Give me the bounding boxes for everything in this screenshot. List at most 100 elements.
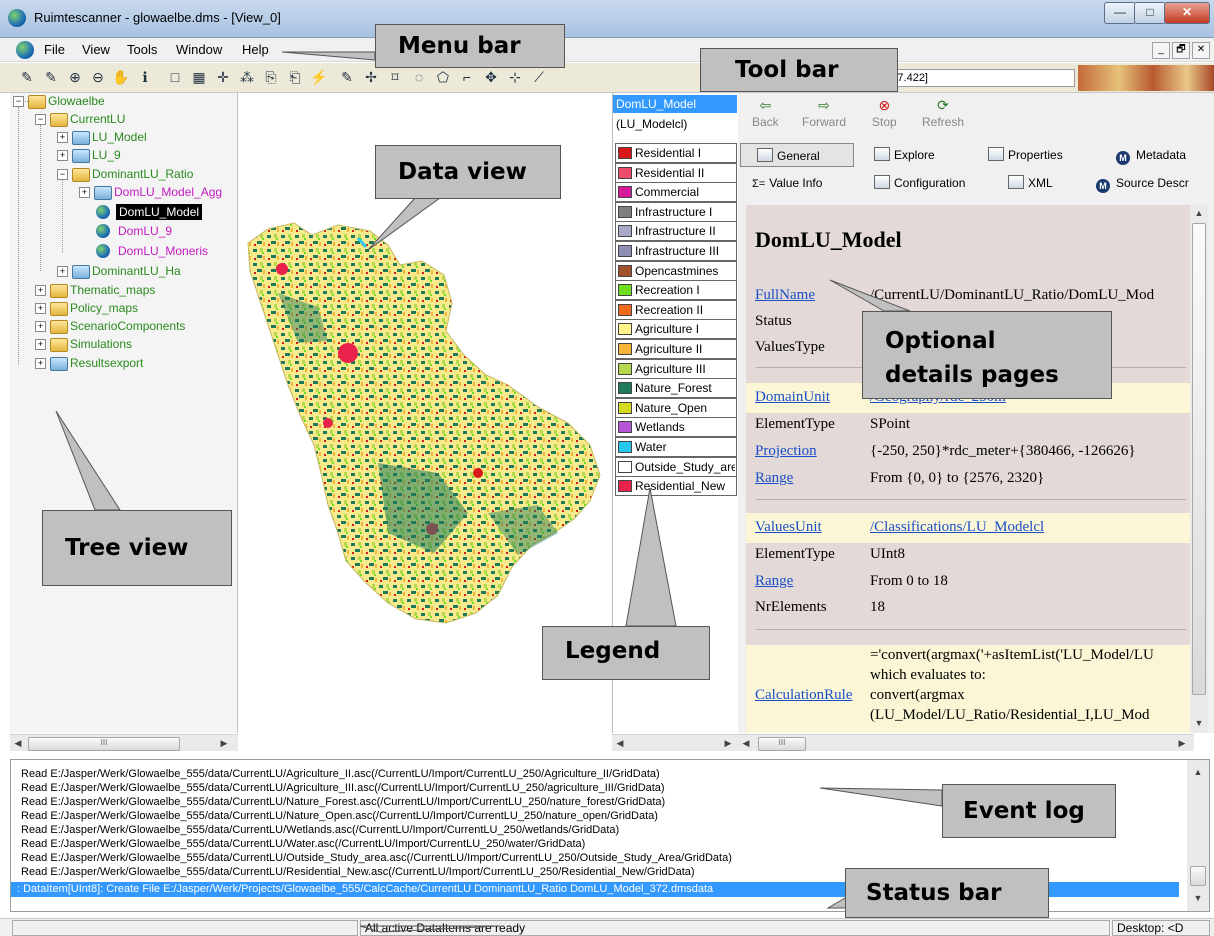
scroll-right-arrow-icon[interactable]: ▶ bbox=[216, 735, 232, 751]
pencil-icon[interactable]: ✎ bbox=[18, 68, 36, 86]
select-line-icon[interactable]: ⌐ bbox=[458, 68, 476, 86]
pencil-alt-icon[interactable]: ✎ bbox=[42, 68, 60, 86]
legend-item[interactable]: Nature_Open bbox=[615, 397, 737, 418]
scroll-left-arrow-icon[interactable]: ◀ bbox=[612, 735, 628, 751]
menu-file[interactable]: File bbox=[44, 42, 65, 57]
stop-button[interactable]: ⊗ Stop bbox=[872, 97, 897, 129]
mdi-close-button[interactable]: ✕ bbox=[1192, 42, 1210, 59]
legend-item[interactable]: Agriculture II bbox=[615, 339, 737, 359]
legend-item[interactable]: Residential_New bbox=[615, 476, 737, 497]
rectangle-icon[interactable]: □ bbox=[166, 68, 184, 86]
crosshair-icon[interactable]: ✛ bbox=[214, 68, 232, 86]
collapse-toggle-icon[interactable]: − bbox=[57, 169, 68, 180]
tab-xml[interactable]: XML bbox=[1008, 171, 1053, 195]
select-polygon-icon[interactable]: ⬠ bbox=[434, 68, 452, 86]
refresh-button[interactable]: ⟳ Refresh bbox=[922, 97, 964, 129]
expand-toggle-icon[interactable]: + bbox=[57, 132, 68, 143]
forward-button[interactable]: ⇨ Forward bbox=[802, 97, 846, 129]
legend-item[interactable]: Nature_Forest bbox=[615, 378, 737, 399]
tab-general[interactable]: General bbox=[740, 143, 854, 167]
fullname-link[interactable]: FullName bbox=[755, 287, 815, 304]
grid-points-icon[interactable]: ⁂ bbox=[238, 68, 256, 86]
maximize-button[interactable]: □ bbox=[1134, 2, 1166, 24]
details-horizontal-scrollbar[interactable]: ◀ III ▶ bbox=[738, 734, 1194, 751]
legend-item[interactable]: Residential II bbox=[615, 162, 737, 183]
collapse-toggle-icon[interactable]: − bbox=[35, 114, 46, 125]
centre-icon[interactable]: ⊹ bbox=[506, 68, 524, 86]
scroll-left-arrow-icon[interactable]: ◀ bbox=[738, 735, 754, 751]
legend-item[interactable]: Recreation II bbox=[615, 299, 737, 320]
domainunit-link[interactable]: DomainUnit bbox=[755, 389, 830, 406]
tab-configuration[interactable]: Configuration bbox=[874, 171, 965, 195]
neighbor-icon[interactable]: ✥ bbox=[482, 68, 500, 86]
scroll-down-arrow-icon[interactable]: ▼ bbox=[1190, 890, 1206, 906]
paste-icon[interactable]: ⎗ bbox=[286, 68, 304, 86]
export-icon[interactable]: ⚡ bbox=[310, 68, 328, 86]
select-point-icon[interactable]: ✢ bbox=[362, 68, 380, 86]
scroll-up-arrow-icon[interactable]: ▲ bbox=[1190, 764, 1206, 780]
scroll-thumb[interactable]: III bbox=[28, 737, 180, 751]
table-icon[interactable]: ▦ bbox=[190, 68, 208, 86]
legend-item[interactable]: Water bbox=[615, 437, 737, 457]
expand-toggle-icon[interactable]: + bbox=[35, 321, 46, 332]
pan-hand-icon[interactable]: ✋ bbox=[112, 68, 130, 86]
valuesunit-value-link[interactable]: /Classifications/LU_Modelcl bbox=[870, 519, 1044, 536]
menu-view[interactable]: View bbox=[82, 42, 110, 57]
mdi-minimize-button[interactable]: _ bbox=[1152, 42, 1170, 59]
range2-link[interactable]: Range bbox=[755, 573, 793, 590]
menu-help[interactable]: Help bbox=[242, 42, 269, 57]
legend-item[interactable]: Residential I bbox=[615, 143, 737, 163]
expand-toggle-icon[interactable]: + bbox=[35, 303, 46, 314]
tab-metadata[interactable]: M Metadata bbox=[1116, 143, 1186, 167]
close-button[interactable]: ✕ bbox=[1164, 2, 1210, 24]
scroll-thumb[interactable] bbox=[1190, 866, 1206, 886]
legend-item[interactable]: Outside_Study_area bbox=[615, 456, 737, 477]
legend-item[interactable]: Opencastmines bbox=[615, 260, 737, 281]
legend-item[interactable]: Commercial bbox=[615, 182, 737, 203]
tab-properties[interactable]: Properties bbox=[988, 143, 1063, 167]
legend-item[interactable]: Recreation I bbox=[615, 280, 737, 301]
expand-toggle-icon[interactable]: + bbox=[57, 266, 68, 277]
mdi-restore-button[interactable]: 🗗 bbox=[1172, 42, 1190, 59]
scroll-up-arrow-icon[interactable]: ▲ bbox=[1191, 205, 1207, 221]
collapse-toggle-icon[interactable]: − bbox=[13, 96, 24, 107]
legend-item[interactable]: Agriculture III bbox=[615, 358, 737, 379]
copy-icon[interactable]: ⎘ bbox=[262, 68, 280, 86]
scroll-right-arrow-icon[interactable]: ▶ bbox=[1174, 735, 1190, 751]
legend-item[interactable]: Infrastructure II bbox=[615, 221, 737, 242]
menu-tools[interactable]: Tools bbox=[127, 42, 157, 57]
legend-item[interactable]: Infrastructure III bbox=[615, 241, 737, 261]
zoom-out-icon[interactable]: ⊖ bbox=[89, 68, 107, 86]
legend-item[interactable]: Wetlands bbox=[615, 417, 737, 438]
tab-explore[interactable]: Explore bbox=[874, 143, 935, 167]
scroll-thumb[interactable]: III bbox=[758, 737, 806, 751]
log-vertical-scrollbar[interactable]: ▲ ▼ bbox=[1187, 760, 1209, 911]
tab-value-info[interactable]: Σ= Value Info bbox=[752, 171, 822, 195]
details-vertical-scrollbar[interactable]: ▲ ▼ bbox=[1190, 205, 1208, 733]
scroll-right-arrow-icon[interactable]: ▶ bbox=[720, 735, 736, 751]
legend-title[interactable]: DomLU_Model bbox=[613, 95, 737, 113]
minimize-button[interactable]: — bbox=[1104, 2, 1136, 24]
scroll-thumb[interactable] bbox=[1192, 223, 1206, 695]
zoom-in-icon[interactable]: ⊕ bbox=[66, 68, 84, 86]
tree-horizontal-scrollbar[interactable]: ◀ III ▶ bbox=[10, 734, 238, 751]
info-icon[interactable]: ℹ bbox=[136, 68, 154, 86]
expand-toggle-icon[interactable]: + bbox=[79, 187, 90, 198]
tab-source-descr[interactable]: M Source Descr bbox=[1096, 171, 1189, 195]
expand-toggle-icon[interactable]: + bbox=[35, 358, 46, 369]
valuesunit-link[interactable]: ValuesUnit bbox=[755, 519, 822, 536]
legend-item[interactable]: Agriculture I bbox=[615, 319, 737, 340]
range-link[interactable]: Range bbox=[755, 470, 793, 487]
scroll-left-arrow-icon[interactable]: ◀ bbox=[10, 735, 26, 751]
expand-toggle-icon[interactable]: + bbox=[35, 285, 46, 296]
projection-link[interactable]: Projection bbox=[755, 443, 817, 460]
scroll-down-arrow-icon[interactable]: ▼ bbox=[1191, 715, 1207, 731]
draw-icon[interactable]: ✎ bbox=[338, 68, 356, 86]
back-button[interactable]: ⇦ Back bbox=[752, 97, 779, 129]
legend-item[interactable]: Infrastructure I bbox=[615, 201, 737, 222]
menu-window[interactable]: Window bbox=[176, 42, 222, 57]
expand-toggle-icon[interactable]: + bbox=[35, 339, 46, 350]
legend-horizontal-scrollbar[interactable]: ◀ ▶ bbox=[612, 734, 738, 751]
select-box-icon[interactable]: ⌑ bbox=[386, 68, 404, 86]
select-circle-icon[interactable]: ◌ bbox=[410, 68, 428, 86]
